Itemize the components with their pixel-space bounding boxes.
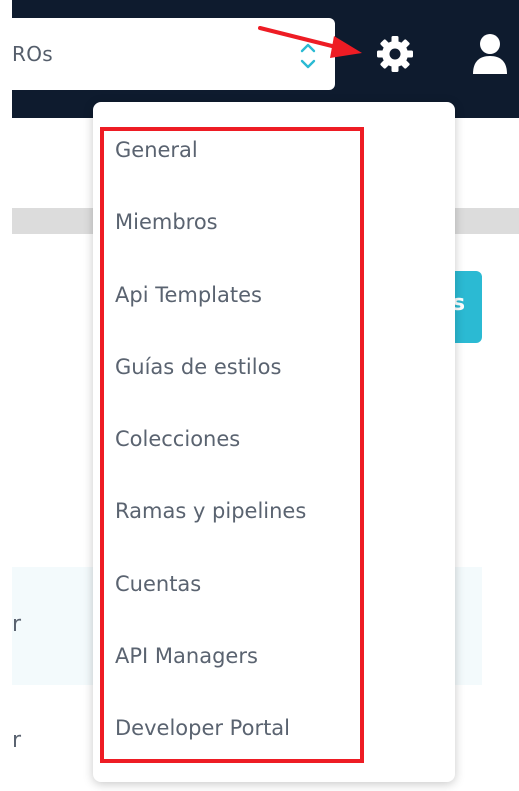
menu-item-miembros[interactable]: Miembros [93,188,455,260]
organization-select-value: ROs [12,42,53,66]
user-icon[interactable] [470,32,510,76]
gear-icon[interactable] [375,34,415,74]
table-row-fragment: r [12,728,22,753]
menu-item-ramas-y-pipelines[interactable]: Ramas y pipelines [93,477,455,549]
menu-item-api-templates[interactable]: Api Templates [93,261,455,333]
menu-item-guias-de-estilos[interactable]: Guías de estilos [93,333,455,405]
menu-item-colecciones[interactable]: Colecciones [93,405,455,477]
table-row-fragment: r [12,612,22,637]
menu-item-cuentas[interactable]: Cuentas [93,550,455,622]
menu-item-general[interactable]: General [93,116,455,188]
organization-select[interactable]: ROs [12,18,335,90]
app-screen: ROs s r r General Miembros Api Templates… [0,0,519,791]
menu-item-developer-portal[interactable]: Developer Portal [93,694,455,766]
settings-menu-list: General Miembros Api Templates Guías de … [93,116,455,766]
select-chevrons-icon [300,43,316,69]
menu-item-api-managers[interactable]: API Managers [93,622,455,694]
